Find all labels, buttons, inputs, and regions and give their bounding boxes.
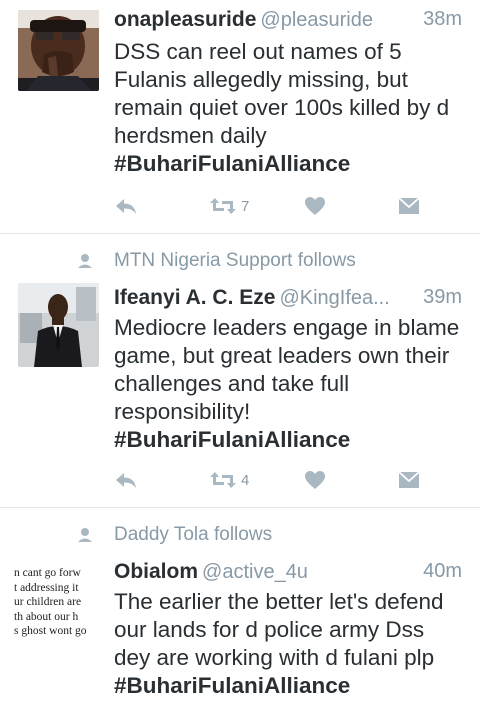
like-button[interactable] [304,193,326,219]
tweet-actions: 4 [114,467,420,493]
display-name[interactable]: Ifeanyi A. C. Eze [114,286,275,309]
tweet-card[interactable]: Daddy Tola follows n cant go forw t addr… [0,508,480,727]
timeline-feed[interactable]: onapleasuride @pleasuride 38m DSS can ree… [0,0,480,727]
avatar[interactable]: n cant go forw t addressing it ur childr… [14,559,100,645]
envelope-icon [398,471,420,488]
avatar-text-line: t addressing it [14,581,79,594]
avatar-text-line: ur children are [14,596,82,608]
heart-icon [305,197,325,215]
retweet-button[interactable]: 7 [209,193,249,219]
tweet-header: onapleasuride @pleasuride 38m [114,8,462,36]
social-context: MTN Nigeria Support follows [78,250,356,272]
timestamp: 39m [423,286,462,308]
hashtag-link[interactable]: #BuhariFulaniAlliance [114,672,464,700]
retweet-icon [210,472,236,488]
heart-icon [305,471,325,489]
hashtag-link[interactable]: #BuhariFulaniAlliance [114,426,464,454]
like-button[interactable] [304,467,326,493]
hashtag-link[interactable]: #BuhariFulaniAlliance [114,150,464,178]
direct-message-button[interactable] [398,467,420,493]
reply-button[interactable] [114,467,138,493]
social-context-text: Daddy Tola follows [114,524,273,545]
display-name[interactable]: Obialom [114,560,198,583]
reply-icon [116,199,136,214]
social-context: Daddy Tola follows [78,524,273,546]
user-handle[interactable]: @active_4u [202,561,308,583]
reply-button[interactable] [114,193,138,219]
user-handle[interactable]: @pleasuride [260,9,373,31]
retweet-icon [210,198,236,214]
retweet-button[interactable]: 4 [209,467,249,493]
avatar[interactable] [18,10,99,91]
envelope-icon [398,197,420,214]
tweet-text: DSS can reel out names of 5 Fulanis alle… [114,38,464,178]
tweet-actions: 7 [114,193,420,219]
timestamp: 38m [423,8,462,30]
tweet-header: Ifeanyi A. C. Eze @KingIfea... 39m [114,286,462,314]
reply-icon [116,473,136,488]
avatar-text-line: th about our h [14,610,79,623]
timestamp: 40m [423,560,462,582]
retweet-count: 7 [241,197,250,215]
user-handle[interactable]: @KingIfea... [279,287,389,309]
display-name[interactable]: onapleasuride [114,8,256,31]
tweet-card[interactable]: MTN Nigeria Support follows Ifeanyi A. C… [0,234,480,508]
social-context-text: MTN Nigeria Support follows [114,250,356,271]
tweet-body: DSS can reel out names of 5 Fulanis alle… [114,39,450,148]
tweet-body: Mediocre leaders engage in blame game, b… [114,315,460,424]
person-icon [78,528,92,542]
tweet-text: The earlier the better let's defend our … [114,588,464,700]
tweet-text: Mediocre leaders engage in blame game, b… [114,314,464,454]
avatar-text-line: s ghost wont go [14,625,87,637]
direct-message-button[interactable] [398,193,420,219]
avatar[interactable] [18,283,99,367]
person-icon [78,254,92,268]
tweet-card[interactable]: onapleasuride @pleasuride 38m DSS can ree… [0,0,480,234]
avatar-text-line: n cant go forw [14,567,81,579]
retweet-count: 4 [241,471,250,489]
tweet-header: Obialom @active_4u 40m [114,560,462,588]
tweet-body: The earlier the better let's defend our … [114,589,444,670]
